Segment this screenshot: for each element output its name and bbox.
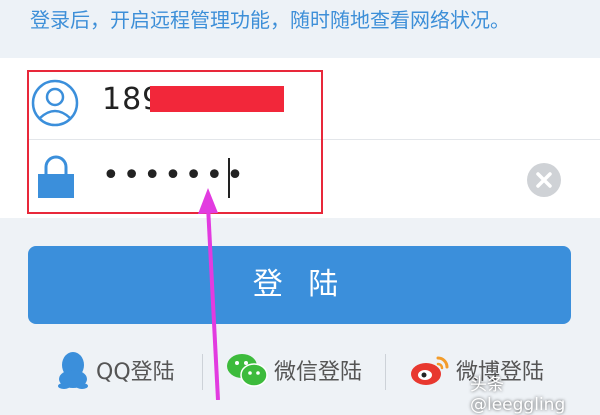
login-button[interactable]: 登 陆 (28, 246, 571, 324)
qq-login-button[interactable]: QQ登陆 (56, 350, 175, 390)
wechat-icon (227, 354, 268, 387)
social-separator (385, 354, 386, 390)
social-separator (202, 354, 203, 390)
wechat-login-button[interactable]: 微信登陆 (226, 350, 362, 390)
watermark: 头条 @leeggling (470, 375, 566, 415)
weibo-icon (411, 356, 449, 385)
wechat-login-label: 微信登陆 (274, 360, 363, 385)
highlight-box (27, 70, 323, 214)
qq-icon (58, 352, 88, 389)
login-hint-text: 登录后，开启远程管理功能，随时随地查看网络状况。 (0, 0, 600, 58)
qq-login-label: QQ登陆 (96, 360, 175, 385)
clear-icon[interactable] (526, 162, 562, 198)
